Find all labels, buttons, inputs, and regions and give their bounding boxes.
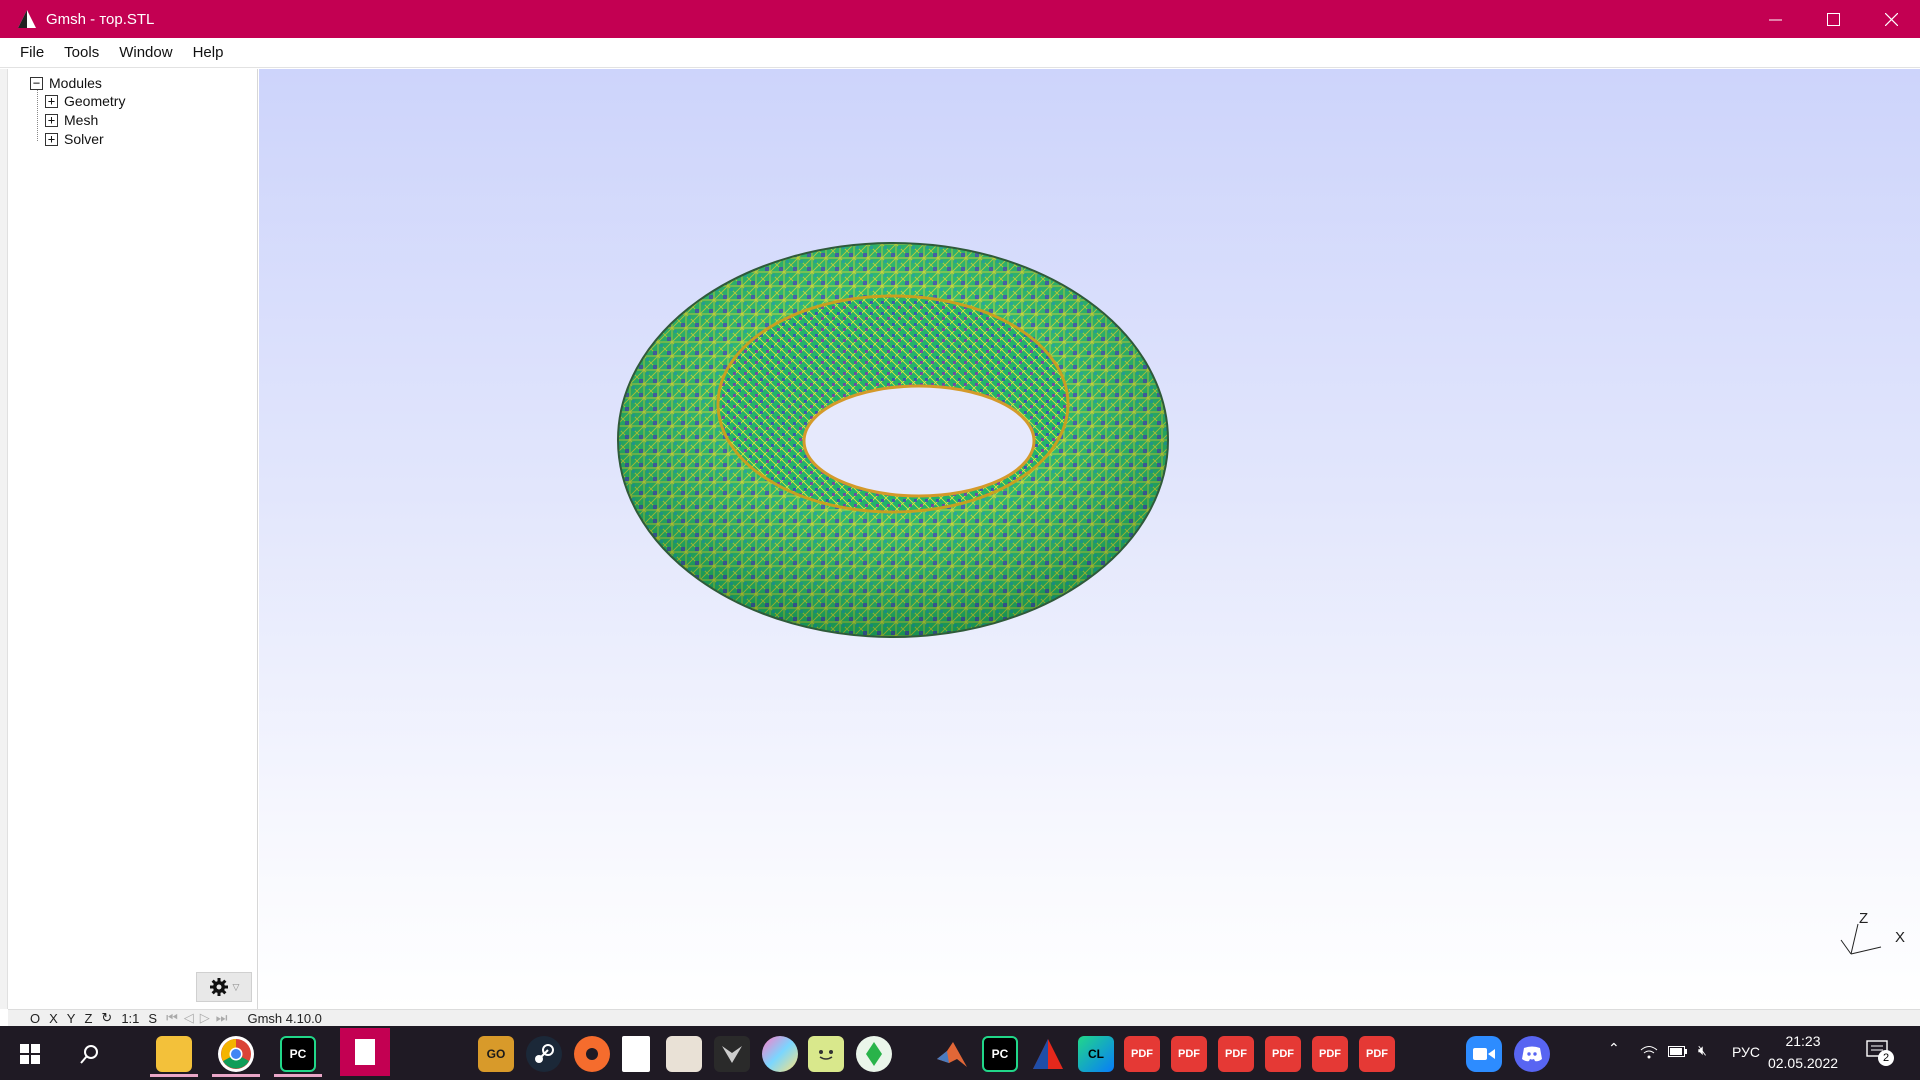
window-controls (1746, 0, 1920, 38)
menu-window[interactable]: Window (119, 44, 172, 61)
tree-node-modules[interactable]: − Modules (30, 75, 102, 91)
left-edge (0, 69, 8, 1009)
collapse-icon[interactable]: − (30, 76, 43, 90)
rotate-button[interactable]: ↻ (101, 1010, 112, 1026)
menu-bar: File Tools Window Help (0, 38, 1920, 68)
graphics-viewport[interactable]: Z X (259, 69, 1920, 1009)
file-explorer-icon[interactable] (156, 1036, 192, 1072)
view-y-button[interactable]: Y (67, 1011, 76, 1026)
close-button[interactable] (1862, 0, 1920, 38)
expand-icon[interactable]: + (45, 132, 58, 146)
pdf-icon[interactable]: PDF (1124, 1036, 1160, 1072)
gmsh-app-icon (18, 10, 36, 28)
pdf-icon[interactable]: PDF (1265, 1036, 1301, 1072)
axis-x-label: X (1895, 929, 1906, 946)
tree-label-mesh: Mesh (64, 112, 99, 128)
tree-label-geometry: Geometry (64, 93, 126, 109)
tree-node-geometry[interactable]: + Geometry (45, 93, 125, 109)
menu-help[interactable]: Help (193, 44, 224, 61)
gmsh-icon[interactable] (1030, 1036, 1066, 1072)
pdf-icon[interactable]: PDF (1218, 1036, 1254, 1072)
tree-connector (37, 89, 38, 141)
notification-center-button[interactable]: 2 (1866, 1040, 1894, 1066)
pycharm-icon-2[interactable]: PC (982, 1036, 1018, 1072)
matlab-icon[interactable] (934, 1036, 970, 1072)
clion-icon[interactable]: CL (1078, 1036, 1114, 1072)
battery-icon[interactable] (1668, 1046, 1688, 1058)
expand-icon[interactable]: + (45, 94, 58, 108)
maximize-button[interactable] (1804, 0, 1862, 38)
tree-node-mesh[interactable]: + Mesh (45, 112, 98, 128)
steam-icon[interactable] (526, 1036, 562, 1072)
clock-date: 02.05.2022 (1767, 1055, 1839, 1071)
gmsh-taskbar-button[interactable] (340, 1028, 390, 1076)
windows-start-icon[interactable] (12, 1036, 48, 1072)
tree-label-modules: Modules (49, 75, 102, 91)
csgo-icon[interactable]: GO (478, 1036, 514, 1072)
minimize-button[interactable] (1746, 0, 1804, 38)
axis-z-label: Z (1859, 910, 1869, 927)
pycharm-icon[interactable]: PC (280, 1036, 316, 1072)
scale-1-1-button[interactable]: 1:1 (121, 1011, 139, 1026)
view-z-button[interactable]: Z (84, 1011, 92, 1026)
witcher-icon[interactable] (714, 1036, 750, 1072)
first-step-icon[interactable]: ⏮ (166, 1010, 178, 1026)
tree-label-solver: Solver (64, 131, 104, 147)
maximize-icon (1826, 12, 1840, 26)
volume-muted-icon[interactable]: 🔇︎ (1698, 1042, 1707, 1059)
blank-document-icon[interactable] (622, 1036, 650, 1072)
minimize-icon (1768, 19, 1782, 20)
language-indicator[interactable]: РУС (1732, 1044, 1760, 1060)
discord-icon[interactable] (1514, 1036, 1550, 1072)
status-bar: O X Y Z ↻ 1:1 S ⏮ ◁ ▷ ⏭ Gmsh 4.10.0 (8, 1009, 1920, 1026)
chrome-icon[interactable] (218, 1036, 254, 1072)
active-indicator (274, 1074, 322, 1077)
last-step-icon[interactable]: ⏭ (216, 1010, 228, 1026)
zoom-icon[interactable] (1466, 1036, 1502, 1072)
menu-file[interactable]: File (20, 44, 44, 61)
window-title: Gmsh - тор.STL (46, 10, 155, 28)
clock-time: 21:23 (1785, 1033, 1821, 1049)
active-indicator (212, 1074, 260, 1077)
step-forward-icon[interactable]: ▷ (200, 1010, 210, 1026)
module-tree-panel (8, 69, 258, 1009)
origin-icon[interactable] (574, 1036, 610, 1072)
dropdown-arrow-icon: ▽ (232, 981, 240, 992)
gear-icon (209, 978, 228, 996)
options-gear-button[interactable]: ▽ (196, 972, 252, 1002)
face-app-icon[interactable] (808, 1036, 844, 1072)
pdf-icon[interactable]: PDF (1171, 1036, 1207, 1072)
sims-icon[interactable] (856, 1036, 892, 1072)
rainbow-app-icon[interactable] (762, 1036, 798, 1072)
tree-node-solver[interactable]: + Solver (45, 131, 104, 147)
expand-icon[interactable]: + (45, 113, 58, 127)
close-icon (1884, 12, 1898, 26)
active-indicator (150, 1074, 198, 1077)
tray-expand-icon[interactable]: ⌃ (1608, 1040, 1620, 1057)
menu-tools[interactable]: Tools (64, 44, 99, 61)
view-origin-button[interactable]: O (30, 1011, 40, 1026)
clock[interactable]: 21:23 02.05.2022 (1758, 1030, 1848, 1074)
version-label: Gmsh 4.10.0 (247, 1010, 322, 1026)
pdf-icon[interactable]: PDF (1359, 1036, 1395, 1072)
game-avatar-icon[interactable] (666, 1036, 702, 1072)
view-x-button[interactable]: X (49, 1011, 58, 1026)
search-icon[interactable] (72, 1036, 108, 1072)
pdf-icon[interactable]: PDF (1312, 1036, 1348, 1072)
wifi-icon[interactable] (1640, 1044, 1658, 1060)
title-bar: Gmsh - тор.STL (0, 0, 1920, 38)
notification-badge: 2 (1878, 1050, 1894, 1066)
step-back-icon[interactable]: ◁ (184, 1010, 194, 1026)
s-button[interactable]: S (148, 1011, 157, 1026)
torus-mesh-render (617, 242, 1169, 638)
